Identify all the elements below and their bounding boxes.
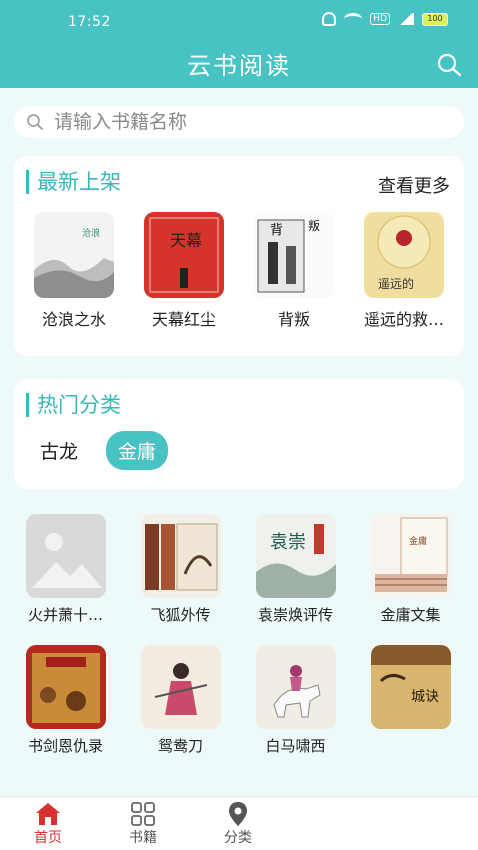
grid-book-item[interactable]: 书剑恩仇录 (8, 645, 123, 756)
wifi-icon (344, 13, 363, 25)
book-cover: 沧浪 (34, 212, 114, 298)
app-header: 17:52 HD 100 云书阅读 (0, 0, 478, 88)
book-title: 遥远的救… (363, 310, 444, 329)
search-icon[interactable] (436, 52, 462, 78)
book-cover: 天幕 (144, 212, 224, 298)
book-title: 鸳鸯刀 (157, 737, 203, 755)
status-icons: HD 100 (322, 12, 448, 26)
grid-book-item[interactable]: 金庸 金庸文集 (353, 514, 468, 625)
grid-book-item[interactable]: 白马啸西 (238, 645, 353, 756)
book-title: 书剑恩仇录 (27, 737, 103, 755)
section-title-new: 最新上架 (26, 170, 121, 194)
book-item[interactable]: 遥远的 遥远的救… (354, 212, 454, 330)
book-cover (140, 514, 221, 598)
book-title: 袁崇焕评传 (257, 606, 333, 624)
bottom-tab-bar: 首页 书籍 分类 (0, 796, 478, 850)
svg-text:城诀: 城诀 (411, 689, 439, 705)
book-title: 沧浪之水 (41, 310, 106, 329)
category-chips: 古龙 金庸 (40, 431, 169, 470)
hot-categories-card: 热门分类 古龙 金庸 (14, 379, 464, 489)
svg-text:天幕: 天幕 (170, 231, 202, 250)
grid-book-item[interactable]: 鸳鸯刀 (123, 645, 238, 756)
svg-text:遥远的: 遥远的 (378, 276, 414, 291)
book-cover: 背 叛 (254, 212, 334, 298)
book-grid: 火并萧十… 飞狐外传 袁崇 袁崇焕评传 金庸 金庸文集 书剑恩仇录 鸳鸯刀 白马… (8, 514, 470, 756)
svg-text:袁崇: 袁崇 (270, 532, 306, 553)
svg-text:沧浪: 沧浪 (82, 227, 100, 239)
see-more-link[interactable]: 查看更多 (378, 172, 450, 198)
location-pin-icon (229, 802, 247, 826)
book-title: 金庸文集 (380, 606, 441, 624)
grid-book-item[interactable]: 袁崇 袁崇焕评传 (238, 514, 353, 625)
tab-books[interactable]: 书籍 (113, 801, 173, 847)
mute-bell-icon (322, 12, 337, 26)
svg-text:叛: 叛 (308, 219, 320, 233)
book-item[interactable]: 天幕 天幕红尘 (134, 212, 234, 330)
book-cover (140, 645, 221, 729)
new-arrivals-card: 最新上架 查看更多 沧浪 沧浪之水 天幕 天幕红尘 背 叛 背叛 遥远的 遥远的… (14, 156, 464, 356)
section-title-hot: 热门分类 (26, 393, 121, 417)
book-cover (255, 645, 336, 729)
book-cover: 袁崇 (255, 514, 336, 598)
book-item[interactable]: 背 叛 背叛 (244, 212, 344, 330)
svg-text:金庸: 金庸 (409, 535, 427, 547)
book-cover: 遥远的 (364, 212, 444, 298)
new-books-row: 沧浪 沧浪之水 天幕 天幕红尘 背 叛 背叛 遥远的 遥远的救… (24, 212, 454, 330)
tab-categories[interactable]: 分类 (208, 801, 268, 847)
book-cover (25, 645, 106, 729)
status-bar: 17:52 HD 100 (0, 0, 478, 44)
tab-home[interactable]: 首页 (18, 801, 78, 847)
grid-icon (131, 802, 155, 826)
search-input[interactable] (54, 111, 434, 133)
search-bar[interactable] (14, 106, 464, 138)
book-title: 背叛 (277, 310, 310, 329)
search-small-icon (27, 114, 43, 130)
book-title: 白马啸西 (265, 737, 326, 755)
placeholder-image-icon (25, 514, 106, 598)
book-title: 火并萧十… (27, 606, 103, 624)
grid-book-item[interactable]: 飞狐外传 (123, 514, 238, 625)
category-chip-selected[interactable]: 金庸 (106, 431, 169, 470)
grid-book-item[interactable]: 城诀 (353, 645, 468, 756)
book-title: 飞狐外传 (150, 606, 211, 624)
grid-book-item[interactable]: 火并萧十… (8, 514, 123, 625)
signal-icon (398, 13, 414, 25)
tab-label: 首页 (34, 830, 62, 846)
hd-icon: HD (370, 13, 390, 25)
svg-text:背: 背 (270, 223, 283, 238)
app-title: 云书阅读 (187, 52, 291, 80)
status-time: 17:52 (68, 14, 111, 30)
book-item[interactable]: 沧浪 沧浪之水 (24, 212, 124, 330)
book-title: 天幕红尘 (151, 310, 216, 329)
book-cover: 金庸 (370, 514, 451, 598)
battery-icon: 100 (422, 12, 448, 26)
tab-label: 分类 (224, 830, 252, 846)
category-chip[interactable]: 古龙 (40, 431, 90, 470)
tab-label: 书籍 (129, 830, 157, 846)
book-cover: 城诀 (370, 645, 451, 729)
home-icon (36, 803, 60, 825)
